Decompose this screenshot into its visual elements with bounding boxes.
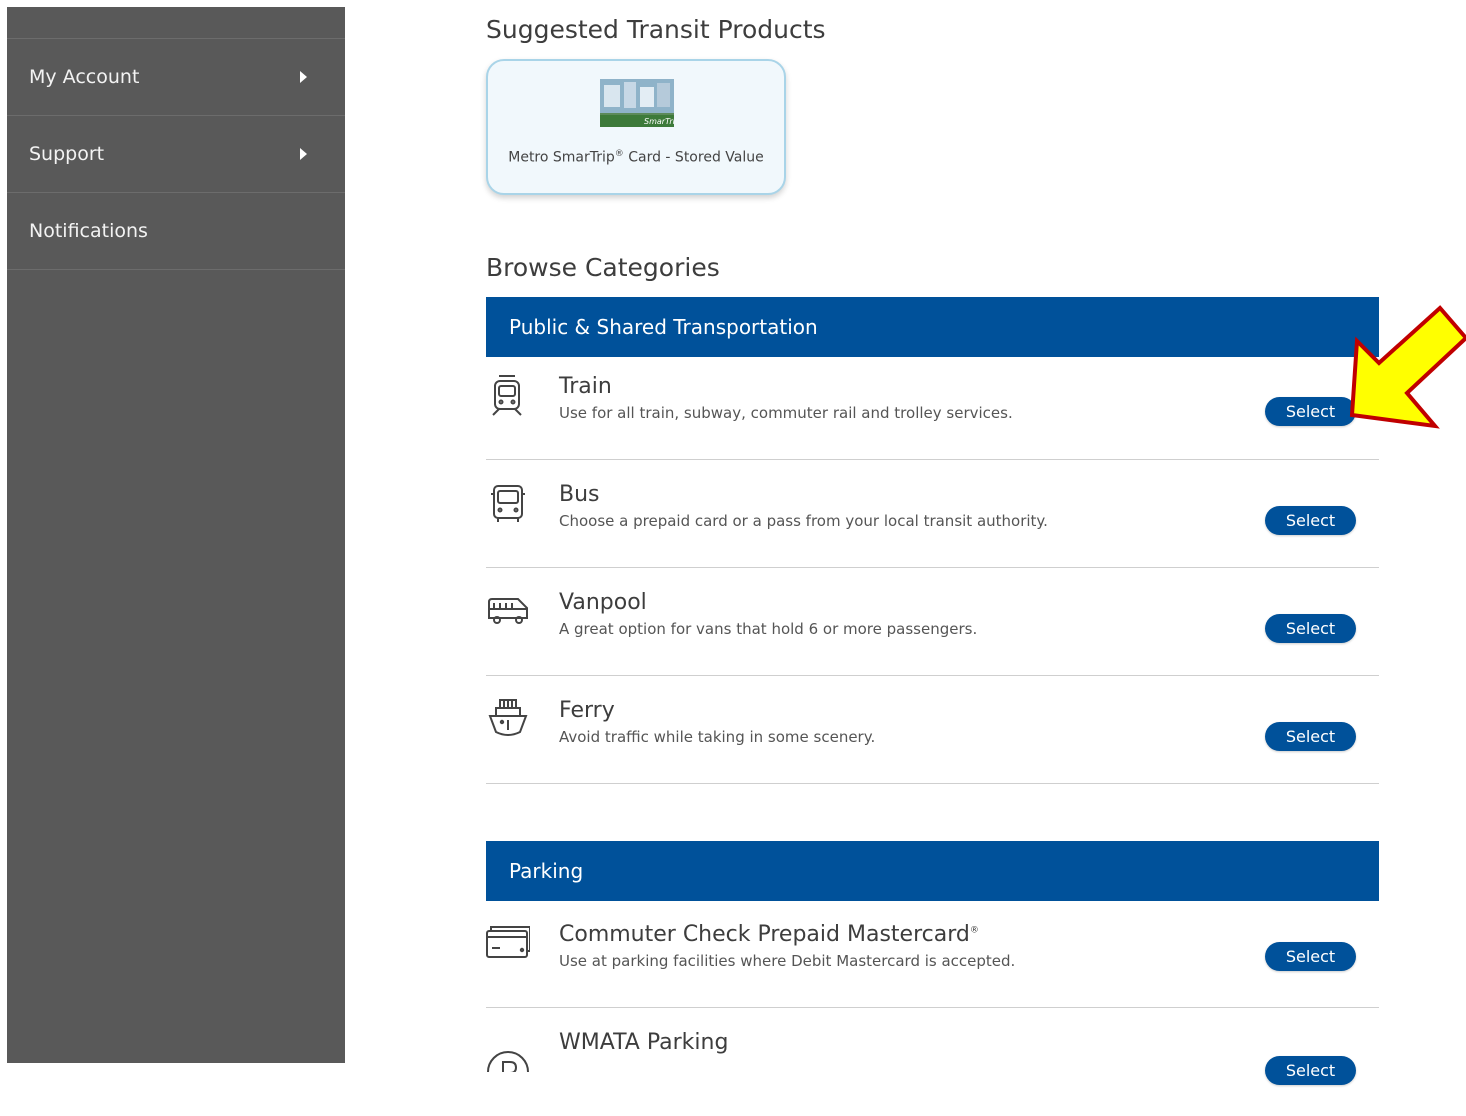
caret-right-icon — [300, 147, 307, 160]
sidebar-divider — [7, 269, 345, 270]
item-title: Train — [559, 374, 612, 399]
highlight-arrow — [1349, 305, 1466, 429]
item-title: Commuter Check Prepaid Mastercard® — [559, 922, 979, 947]
list-item-bus: Bus Choose a prepaid card or a pass from… — [486, 460, 1379, 568]
item-title: Bus — [559, 482, 600, 507]
select-vanpool-button[interactable]: Select — [1265, 614, 1356, 643]
item-description: Use for all train, subway, commuter rail… — [559, 404, 1013, 422]
credit-card-icon — [486, 926, 530, 958]
select-commuter-check-button[interactable]: Select — [1265, 942, 1356, 971]
sidebar-item-label: Support — [29, 142, 105, 165]
list-item-wmata-parking: WMATA Parking Select — [486, 1008, 1379, 1116]
van-icon — [488, 598, 528, 624]
item-title: Vanpool — [559, 590, 647, 615]
caret-right-icon — [300, 70, 307, 83]
select-bus-button[interactable]: Select — [1265, 506, 1356, 535]
row-divider — [486, 783, 1379, 784]
category-header-public-transportation: Public & Shared Transportation — [486, 297, 1379, 357]
item-description: Choose a prepaid card or a pass from you… — [559, 512, 1048, 530]
sidebar-item-my-account[interactable]: My Account — [7, 38, 345, 114]
product-label: Metro SmarTrip® Card - Stored Value — [508, 149, 764, 166]
category-header-parking: Parking — [486, 841, 1379, 901]
sidebar-item-label: My Account — [29, 65, 140, 88]
parking-icon — [487, 1051, 529, 1072]
sidebar: My Account Support Notifications — [7, 7, 345, 1063]
list-item-train: Train Use for all train, subway, commute… — [486, 352, 1379, 460]
item-description: Use at parking facilities where Debit Ma… — [559, 952, 1016, 970]
sidebar-item-support[interactable]: Support — [7, 115, 345, 191]
train-icon — [492, 375, 522, 416]
suggested-products-heading: Suggested Transit Products — [486, 15, 826, 44]
select-ferry-button[interactable]: Select — [1265, 722, 1356, 751]
list-item-vanpool: Vanpool A great option for vans that hol… — [486, 568, 1379, 676]
browse-categories-heading: Browse Categories — [486, 253, 720, 282]
item-title: Ferry — [559, 698, 615, 723]
sidebar-item-notifications[interactable]: Notifications — [7, 192, 345, 268]
item-description: Avoid traffic while taking in some scene… — [559, 728, 876, 746]
item-title: WMATA Parking — [559, 1030, 729, 1055]
bus-icon — [491, 485, 525, 522]
product-card-smartrip[interactable]: SmarTrip Metro SmarTrip® Card - Stored V… — [486, 59, 786, 195]
svg-text:SmarTrip: SmarTrip — [644, 117, 674, 126]
item-description: A great option for vans that hold 6 or m… — [559, 620, 978, 638]
list-item-commuter-check: Commuter Check Prepaid Mastercard® Use a… — [486, 900, 1379, 1008]
smartrip-card-image: SmarTrip — [600, 79, 674, 127]
select-wmata-parking-button[interactable]: Select — [1265, 1056, 1356, 1085]
sidebar-item-label: Notifications — [29, 219, 148, 242]
ferry-icon — [488, 699, 528, 736]
list-item-ferry: Ferry Avoid traffic while taking in some… — [486, 676, 1379, 784]
